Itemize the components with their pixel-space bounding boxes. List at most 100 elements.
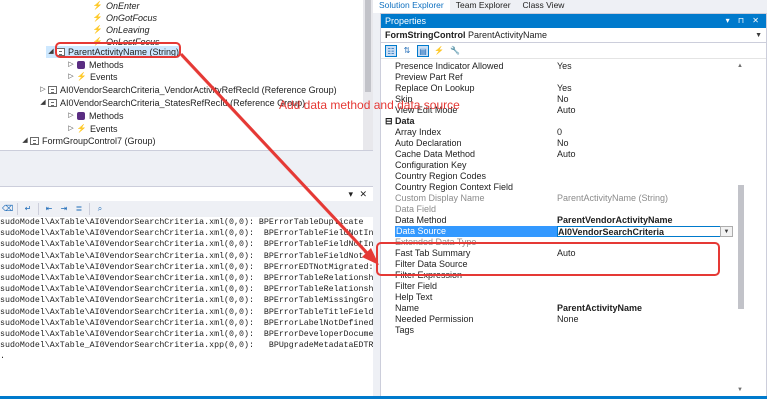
scroll-down-icon[interactable]: ▼ <box>737 387 743 393</box>
expand-arrow-icon[interactable]: ▷ <box>66 110 76 122</box>
property-name: Configuration Key <box>395 160 467 170</box>
wrap-icon[interactable]: ↵ <box>23 204 33 214</box>
expand-arrow-icon[interactable]: ▷ <box>66 123 76 135</box>
tree-node[interactable]: ◢ AI0VendorSearchCriteria_StatesRefRecId … <box>38 97 305 109</box>
tree-node[interactable]: ⚡ OnEnter <box>92 0 140 12</box>
properties-window: Properties ▾ ⊓ ✕ FormStringControl Paren… <box>380 13 767 397</box>
output-line: sudoModel\AxTable\AI0VendorSearchCriteri… <box>0 262 373 272</box>
tree-node[interactable]: ▷ AI0VendorSearchCriteria_VendorActivityR… <box>38 84 336 96</box>
property-value[interactable]: No <box>557 94 569 105</box>
output-line: . <box>0 352 5 362</box>
scroll-up-icon[interactable]: ▲ <box>737 63 743 69</box>
alphabetical-icon[interactable]: ⇅ <box>401 45 413 57</box>
tree-node[interactable]: ⚡ OnLeaving <box>92 24 150 36</box>
property-row[interactable]: Preview Part Ref <box>381 72 735 83</box>
event-bolt-icon: ⚡ <box>92 1 103 10</box>
tree-node-label: Methods <box>89 60 124 70</box>
property-value-input[interactable]: AI0VendorSearchCriteria <box>557 226 720 237</box>
output-title-controls[interactable]: ▾ ✕ <box>348 189 369 200</box>
collapse-arrow-icon[interactable]: ◢ <box>20 135 30 147</box>
property-name: Auto Declaration <box>395 138 462 148</box>
property-name: Country Region Codes <box>395 171 487 181</box>
next-icon[interactable]: ⇥ <box>59 204 69 214</box>
property-value[interactable]: Auto <box>557 105 576 116</box>
tree-node[interactable]: ▷ ⚡ Events <box>66 71 117 83</box>
tree-node[interactable]: ▷ Methods <box>66 110 124 122</box>
events-icon[interactable]: ⚡ <box>433 45 445 57</box>
filter-icon[interactable]: ≣ <box>74 204 84 214</box>
property-name: Help Text <box>395 292 433 302</box>
property-row[interactable]: Filter Field <box>381 281 735 292</box>
property-grid-scroll-thumb[interactable] <box>738 185 744 309</box>
output-line: sudoModel\AxTable\AI0VendorSearchCriteri… <box>0 229 373 239</box>
property-grid-scrollbar[interactable]: ▲ ▼ <box>736 61 746 397</box>
property-value[interactable]: Yes <box>557 83 572 94</box>
property-value[interactable]: ParentVendorActivityName <box>557 215 673 226</box>
collapse-icon[interactable]: ⊟ <box>385 116 395 126</box>
wrench-icon[interactable]: 🔧 <box>449 45 461 57</box>
tree-node[interactable]: ▷ ⚡ Events <box>66 123 117 135</box>
collapse-arrow-icon[interactable]: ◢ <box>38 97 48 109</box>
find-icon[interactable]: ⌕ <box>95 204 105 214</box>
tab-team-explorer[interactable]: Team Explorer <box>450 0 517 13</box>
reference-group-icon <box>48 99 57 107</box>
property-value[interactable]: No <box>557 138 569 149</box>
prev-icon[interactable]: ⇤ <box>44 204 54 214</box>
property-row[interactable]: Help Text <box>381 292 735 303</box>
chevron-down-icon[interactable]: ▼ <box>755 28 762 43</box>
property-category[interactable]: ⊟ Data <box>381 116 735 127</box>
property-row[interactable]: Country Region Codes <box>381 171 735 182</box>
property-row[interactable]: Country Region Context Field <box>381 182 735 193</box>
property-name: Data Method <box>395 215 447 225</box>
property-row[interactable]: Replace On Lookup Yes <box>381 83 735 94</box>
clear-icon[interactable]: ⌫ <box>2 204 13 214</box>
property-value[interactable]: 0 <box>557 127 562 138</box>
chevron-down-icon[interactable]: ▼ <box>720 226 733 237</box>
tree-node-label: OnLeaving <box>106 25 150 35</box>
tree-node[interactable]: ▷ Methods <box>66 59 124 71</box>
property-row[interactable]: Tags <box>381 325 735 336</box>
property-row[interactable]: Presence Indicator Allowed Yes <box>381 61 735 72</box>
property-row[interactable]: Array Index 0 <box>381 127 735 138</box>
tree-node[interactable]: ◢ FormGroupControl7 (Group) <box>20 135 155 147</box>
aot-tree: ⚡ OnEnter ⚡ OnGotFocus ⚡ OnLeaving ⚡ OnLostFocu… <box>0 0 363 150</box>
output-line: sudoModel\AxTable\AI0VendorSearchCriteri… <box>0 251 373 261</box>
property-row[interactable]: Custom Display Name ParentActivityName (S… <box>381 193 735 204</box>
property-row[interactable]: Auto Declaration No <box>381 138 735 149</box>
methods-icon <box>77 112 85 120</box>
expand-arrow-icon[interactable]: ▷ <box>66 71 76 83</box>
tree-node[interactable]: ⚡ OnGotFocus <box>92 12 158 24</box>
property-row[interactable]: Cache Data Method Auto <box>381 149 735 160</box>
output-line: sudoModel\AxTable\AI0VendorSearchCriteri… <box>0 218 364 227</box>
property-value[interactable]: ParentActivityName <box>557 303 642 314</box>
property-row[interactable]: Name ParentActivityName <box>381 303 735 314</box>
property-value[interactable]: Auto <box>557 149 576 160</box>
property-row[interactable]: Data Field <box>381 204 735 215</box>
output-line: sudoModel\AxTable_AI0VendorSearchCriteri… <box>0 341 373 351</box>
expand-arrow-icon[interactable]: ▷ <box>66 59 76 71</box>
property-row[interactable]: Data Method ParentVendorActivityName <box>381 215 735 226</box>
properties-page-icon[interactable]: ▤ <box>417 44 429 57</box>
object-selector[interactable]: FormStringControl ParentActivityName ▼ <box>381 28 766 43</box>
tab-solution-explorer[interactable]: Solution Explorer <box>373 0 450 13</box>
expand-arrow-icon[interactable]: ▷ <box>38 84 48 96</box>
tree-scroll-thumb[interactable] <box>365 0 371 92</box>
property-name: Country Region Context Field <box>395 182 514 192</box>
property-value[interactable]: None <box>557 314 579 325</box>
property-row[interactable]: Data Source AI0VendorSearchCriteria ▼ <box>381 226 735 237</box>
tree-scrollbar[interactable] <box>363 0 373 150</box>
event-bolt-icon: ⚡ <box>76 124 87 133</box>
property-row[interactable]: Needed Permission None <box>381 314 735 325</box>
tree-node-label: OnGotFocus <box>106 13 158 23</box>
tree-node-label: Methods <box>89 111 124 121</box>
properties-window-controls[interactable]: ▾ ⊓ ✕ <box>726 14 762 28</box>
property-value[interactable]: ParentActivityName (String) <box>557 193 668 204</box>
property-value[interactable]: Yes <box>557 61 572 72</box>
properties-title-bar: Properties ▾ ⊓ ✕ <box>381 14 766 28</box>
tab-class-view[interactable]: Class View <box>517 0 571 13</box>
object-name: ParentActivityName <box>468 30 548 40</box>
property-name: Array Index <box>395 127 442 137</box>
property-row[interactable]: Configuration Key <box>381 160 735 171</box>
output-lines: sudoModel\AxTable\AI0VendorSearchCriteri… <box>0 217 373 363</box>
categorized-icon[interactable]: ☷ <box>385 44 397 57</box>
